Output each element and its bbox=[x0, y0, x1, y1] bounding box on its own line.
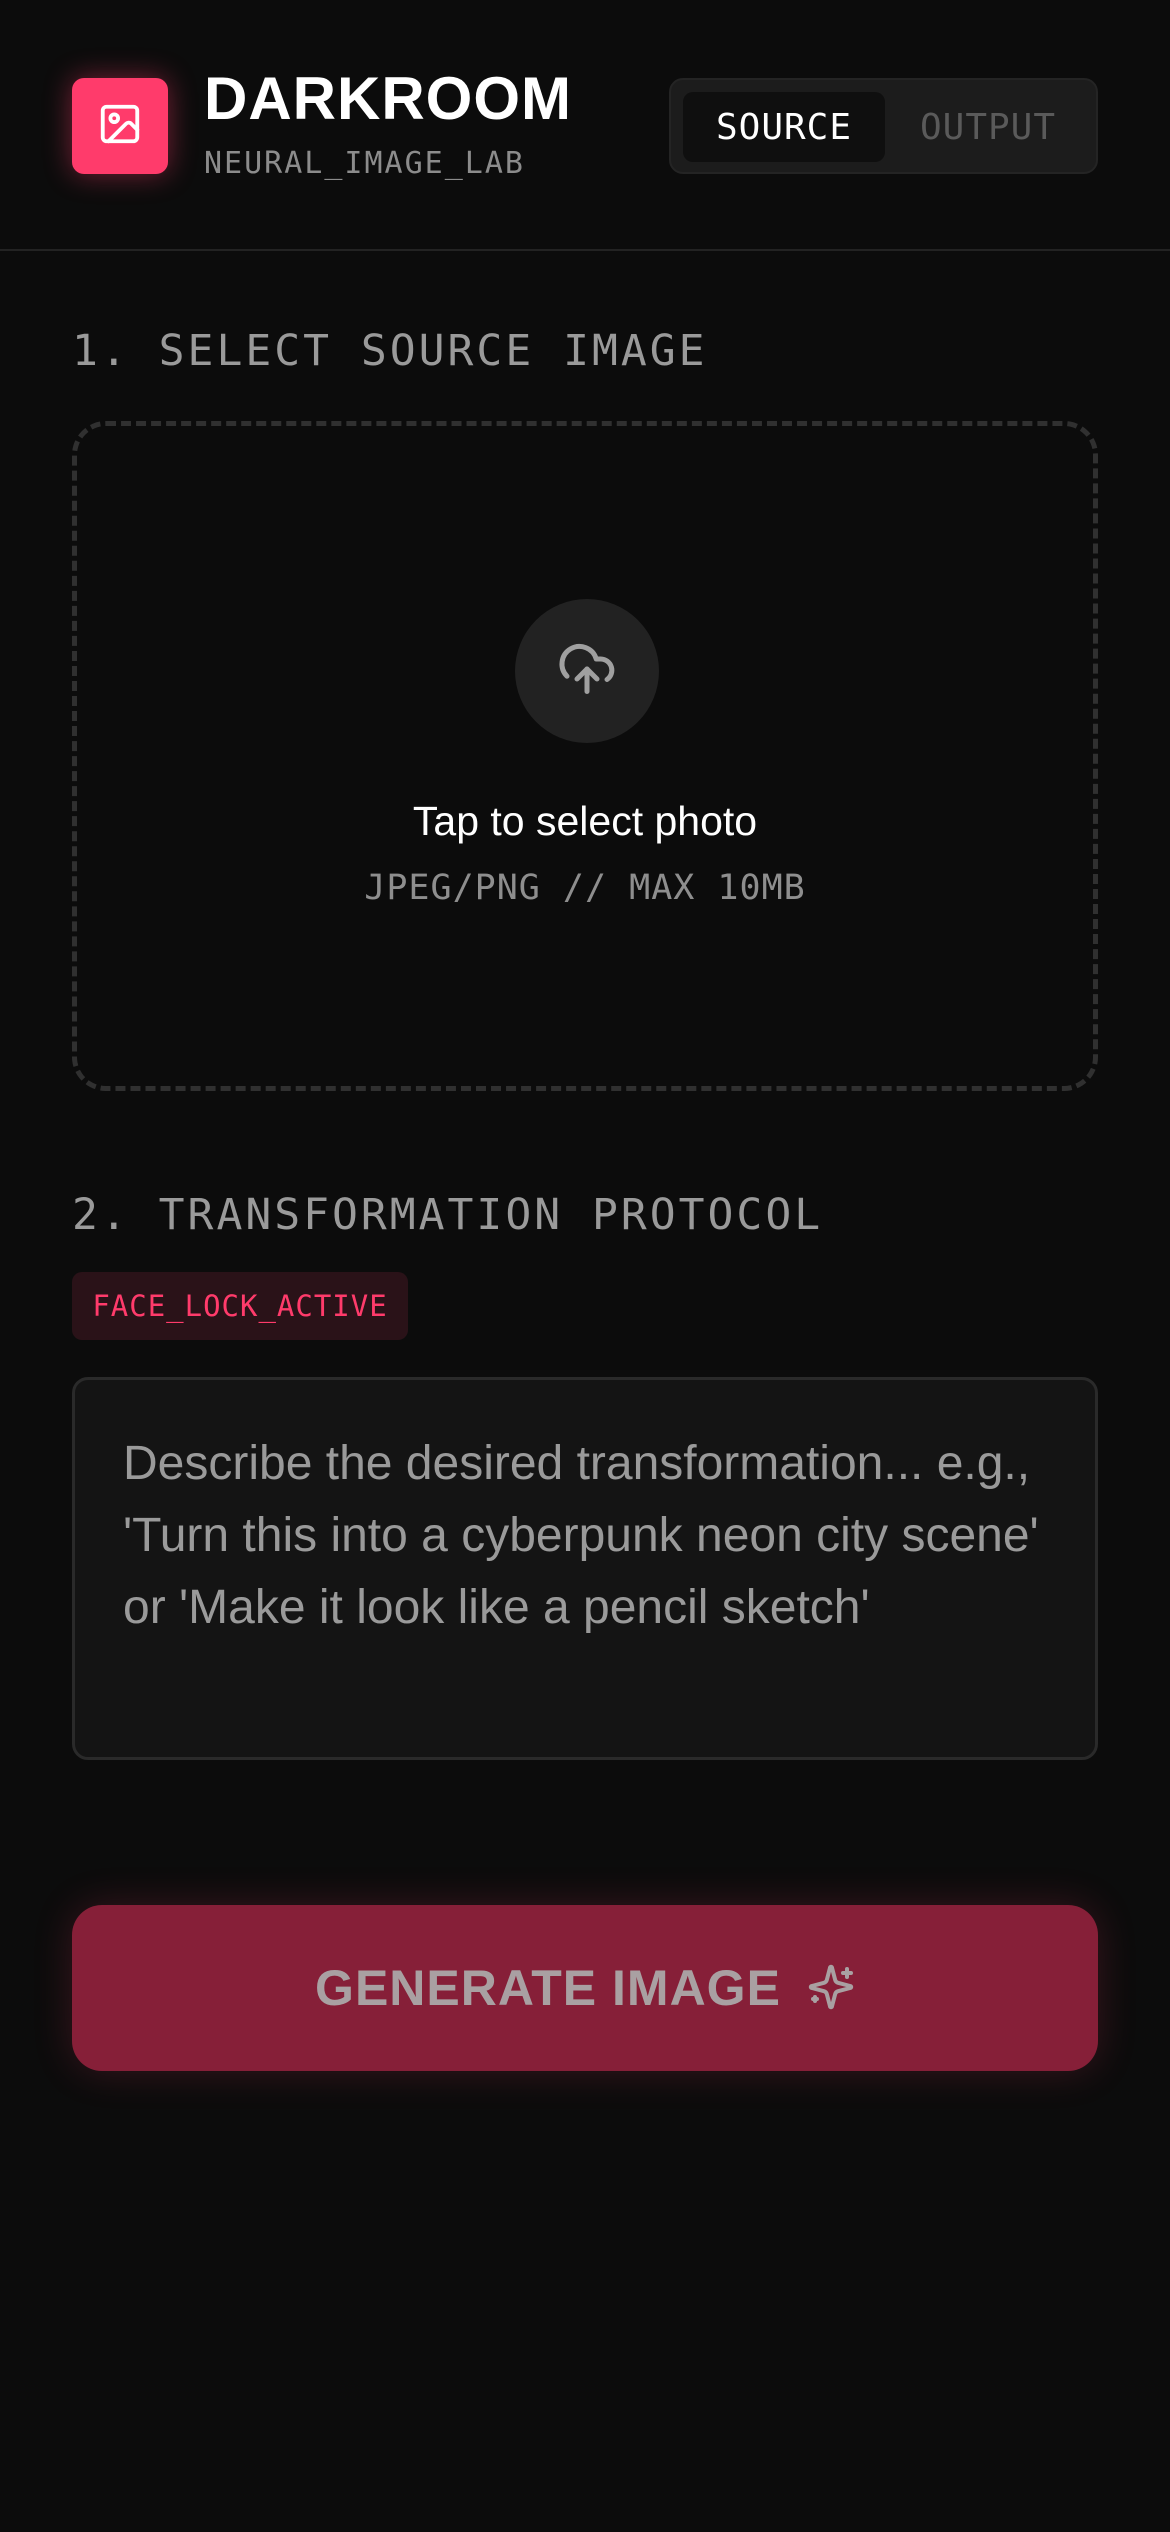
status-badge: FACE_LOCK_ACTIVE bbox=[72, 1272, 408, 1340]
image-icon bbox=[97, 101, 143, 152]
generate-button-label: GENERATE IMAGE bbox=[315, 1960, 781, 2016]
cloud-upload-icon bbox=[557, 639, 617, 704]
dropzone-title: Tap to select photo bbox=[412, 798, 758, 844]
prompt-input[interactable] bbox=[72, 1377, 1098, 1760]
app-header: DARKROOM NEURAL_IMAGE_LAB SOURCE OUTPUT bbox=[0, 0, 1170, 251]
image-dropzone[interactable]: Tap to select photo JPEG/PNG // MAX 10MB bbox=[72, 421, 1098, 1091]
dropzone-subtitle: JPEG/PNG // MAX 10MB bbox=[364, 868, 806, 908]
tab-output[interactable]: OUTPUT bbox=[887, 92, 1089, 162]
tab-source[interactable]: SOURCE bbox=[683, 92, 885, 162]
sparkles-icon bbox=[807, 1963, 855, 2014]
view-toggle: SOURCE OUTPUT bbox=[669, 78, 1098, 174]
app-title: DARKROOM bbox=[204, 65, 572, 132]
section-title-source: 1. SELECT SOURCE IMAGE bbox=[72, 326, 708, 376]
upload-button[interactable] bbox=[515, 599, 659, 743]
section-title-protocol: 2. TRANSFORMATION PROTOCOL bbox=[72, 1190, 824, 1240]
app-subtitle: NEURAL_IMAGE_LAB bbox=[204, 146, 525, 181]
generate-image-button[interactable]: GENERATE IMAGE bbox=[72, 1905, 1098, 2071]
app-logo bbox=[72, 78, 168, 174]
